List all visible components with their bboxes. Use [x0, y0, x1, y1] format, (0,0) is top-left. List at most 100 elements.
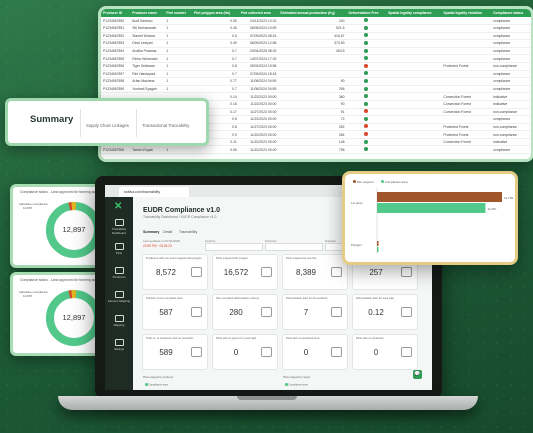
table-cell: [386, 92, 442, 101]
kpi-card[interactable]: Plots mapped as one-line 8,389: [283, 255, 347, 289]
deforestation-status-dot: [346, 85, 387, 94]
table-cell: P1234567894: [101, 47, 131, 56]
table-row[interactable]: P1234567892 Slamet Widodo 1 0.5 07/09/2023 0…: [101, 32, 531, 41]
kpi-value: 0: [373, 348, 379, 357]
sidebar-item-producers[interactable]: Producers: [105, 267, 133, 279]
table-row[interactable]: P1234567895 Retno Wulandari 1 0.7 14/07/2024…: [101, 54, 531, 63]
table-cell: [441, 32, 492, 41]
table-cell: 1: [164, 47, 193, 56]
tab-summary[interactable]: Summary: [143, 230, 159, 234]
kpi-card[interactable]: Deforestation alert for the producer 7: [283, 295, 347, 329]
table-cell: P1234567895: [101, 54, 131, 63]
kpi-label: Producers with one point mapped with pol…: [146, 257, 202, 260]
bar-chart-card: Plot outpoint Compliance area 12,792 11,0…: [342, 171, 518, 265]
tab-detail[interactable]: Detail: [163, 230, 172, 234]
table-cell: 11/22/2023 00:00: [238, 138, 279, 147]
table-row[interactable]: P1234567891 Siti Nurhasanah 1 0.46 06/08/202…: [101, 24, 531, 33]
kpi-icon: [401, 267, 412, 277]
table-header-cell[interactable]: Producer ID: [101, 9, 131, 18]
summary-sub-supply-chain: Supply Chain Linkages: [86, 123, 129, 128]
table-cell: 0.49: [192, 39, 239, 48]
table-header-cell[interactable]: Plot collected area: [238, 9, 279, 18]
chat-button[interactable]: 💬: [413, 370, 422, 379]
table-row[interactable]: P1234567890 Budi Santoso 1 0.55 04/11/2023 1…: [101, 17, 531, 25]
table-row[interactable]: P1234567896 Tiger Setiawan 1 0.8 05/03/2024 …: [101, 62, 531, 71]
table-cell: Arfan Maulana: [130, 77, 165, 86]
table-header-row: Producer ID Producer name Plot number Plot …: [101, 9, 531, 18]
table-cell: Andika Pratama: [130, 47, 165, 56]
kpi-label: Plots mapped with polygon: [216, 257, 249, 260]
table-cell: compliance: [491, 54, 531, 63]
sidebar-item-farmers-mapping[interactable]: Farmers Mapping: [105, 291, 133, 303]
deforestation-status-dot: [346, 100, 387, 109]
table-cell: 148: [278, 138, 347, 147]
filter-province-select[interactable]: [265, 243, 323, 251]
table-cell: 796: [278, 145, 347, 155]
table-row[interactable]: P1234567906 Tamen Royali 1 0.55 11/22/2023 0…: [101, 145, 531, 155]
bar-label-b: 11,097: [487, 207, 496, 211]
table-header-cell[interactable]: Estimated annual production (Kg): [278, 9, 347, 18]
table-cell: 0.7: [192, 47, 239, 56]
table-header-cell[interactable]: Compliance status: [491, 9, 531, 18]
kpi-card[interactable]: Producers with one point mapped with pol…: [143, 255, 207, 289]
kpi-card[interactable]: Total no. of producers with no protectio…: [143, 335, 207, 369]
table-cell: Siti Nurhasanah: [130, 24, 165, 33]
table-cell: 0.7: [192, 54, 239, 63]
table-cell: compliance: [491, 77, 531, 86]
kpi-value: 257: [369, 268, 383, 277]
legend-compliance-value: 12,897: [23, 294, 33, 298]
table-cell: indicative: [491, 138, 531, 147]
table-cell: 521.5: [278, 24, 347, 33]
table-cell: [441, 39, 492, 48]
table-header-cell[interactable]: Producer name: [130, 9, 165, 18]
table-header-cell[interactable]: Deforestation Free: [346, 9, 387, 18]
sidebar-item-settings[interactable]: Settings: [105, 339, 133, 351]
bar-compliance-area: [377, 203, 486, 213]
table-cell: [386, 39, 442, 48]
divider: [136, 109, 137, 137]
table-cell: 370.83: [278, 39, 347, 48]
table-cell: [441, 85, 492, 94]
table-row[interactable]: P1234567898 Arfan Maulana 1 0.77 11/08/2024 …: [101, 77, 531, 86]
table-header-cell[interactable]: Spatial legality compliance: [386, 9, 442, 18]
table-cell: Tamen Royali: [130, 145, 165, 155]
kpi-card[interactable]: Plots mapped with polygon 16,572: [213, 255, 277, 289]
sidebar-item-dashboard[interactable]: Traceability Dashboard: [105, 219, 133, 235]
table-header-cell[interactable]: Plot number: [164, 9, 193, 18]
browser-tab[interactable]: koltiva.com/traceability: [119, 187, 189, 197]
table-cell: 72: [278, 115, 347, 124]
sidebar-item-mapping[interactable]: Mapping: [105, 315, 133, 327]
sidebar-item-plots[interactable]: Plots: [105, 243, 133, 255]
kpi-icon: [331, 347, 342, 357]
kpi-card[interactable]: Plots with no point of no year light 0: [213, 335, 277, 369]
app-logo-icon[interactable]: ✕: [114, 201, 122, 212]
table-row[interactable]: P1234567894 Andika Pratama 1 0.7 03/04/2025 …: [101, 47, 531, 56]
deforestation-status-dot: [346, 54, 387, 63]
table-header-cell[interactable]: Spatial legality violation: [441, 9, 492, 18]
table-cell: compliance: [491, 17, 531, 25]
kpi-value: 8,389: [295, 268, 317, 277]
table-row[interactable]: P1234567899 Yunianti Syagah 1 0.7 11/08/2024…: [101, 85, 531, 94]
table-header-cell[interactable]: Plot polygon area (Ha): [192, 9, 239, 18]
table-cell: Tiger Setiawan: [130, 62, 165, 71]
table-cell: Protected Forest: [441, 123, 492, 132]
table-row[interactable]: P1234567897 Rini Handayani 1 0.7 07/05/2024 …: [101, 70, 531, 79]
deforestation-status-dot: [346, 92, 387, 101]
table-row[interactable]: P1234567893 Dewi Lestyari 1 0.49 06/09/2024 …: [101, 39, 531, 48]
table-cell: 0.7: [192, 85, 239, 94]
kpi-card[interactable]: Deforestation alert for area (Ha) 0.12: [353, 295, 417, 329]
kpi-card[interactable]: Plots with no protection 0: [353, 335, 417, 369]
table-cell: 11/22/2023 00:00: [238, 92, 279, 101]
filter-country-select[interactable]: [205, 243, 263, 251]
legend-compliance-value: 12,897: [23, 206, 33, 210]
tab-traceability[interactable]: Traceability: [179, 230, 197, 234]
table-cell: 0.46: [192, 24, 239, 33]
kpi-card[interactable]: Non-compliant deforestation volume 280: [213, 295, 277, 329]
kpi-card[interactable]: Plots with no protected area 0: [283, 335, 347, 369]
table-cell: [386, 123, 442, 132]
deforestation-status-dot: [346, 39, 387, 48]
bar-plot-outpoint: [377, 192, 502, 202]
kpi-card[interactable]: Number of non-compliant plots 587: [143, 295, 207, 329]
kpi-icon: [331, 307, 342, 317]
table-cell: 453.5: [278, 47, 347, 56]
